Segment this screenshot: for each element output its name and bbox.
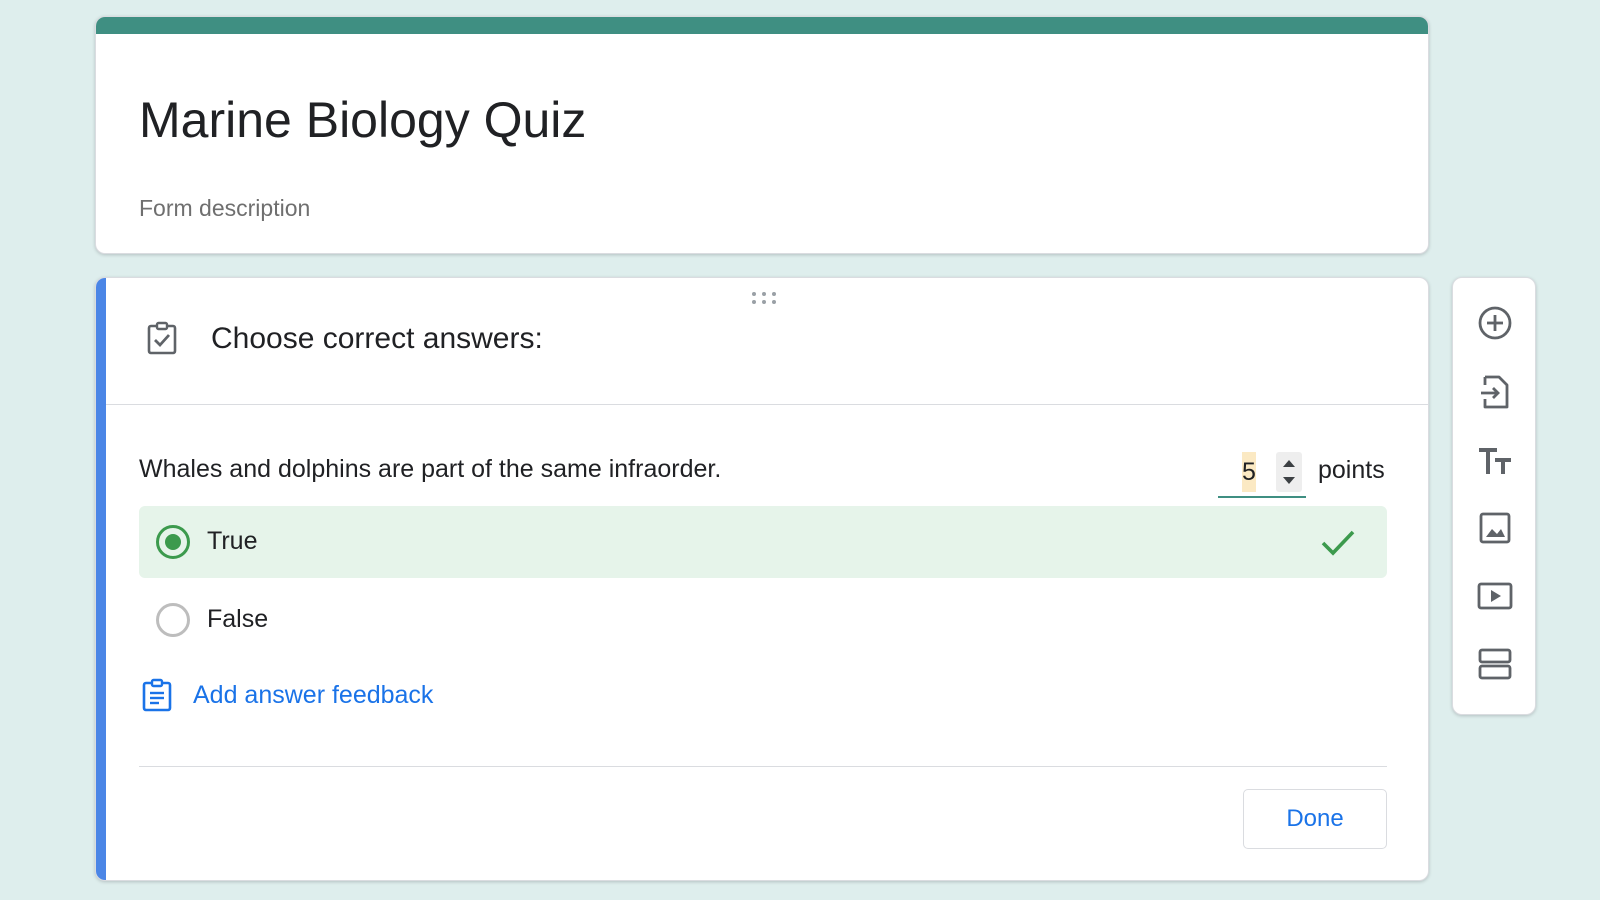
radio-unselected[interactable] [156, 603, 190, 637]
points-label: points [1318, 456, 1385, 484]
import-questions-icon [1481, 375, 1509, 409]
active-question-indicator [96, 278, 106, 880]
option-false[interactable]: False [139, 584, 1387, 656]
option-label: False [207, 605, 269, 633]
add-question-button[interactable] [1465, 293, 1525, 353]
question-card[interactable]: Choose correct answers: Whales and dolph… [95, 277, 1429, 881]
add-title-description-icon [1479, 448, 1511, 474]
feedback-clipboard-icon [142, 678, 172, 712]
import-questions-button[interactable] [1465, 362, 1525, 422]
option-true[interactable]: True [139, 506, 1387, 578]
question-text: Whales and dolphins are part of the same… [139, 455, 722, 483]
points-input[interactable]: 5 [1218, 450, 1306, 498]
add-image-icon [1479, 512, 1511, 544]
points-value[interactable]: 5 [1242, 452, 1256, 492]
add-section-icon [1478, 648, 1512, 680]
decrement-arrow-icon[interactable] [1283, 477, 1295, 484]
form-title[interactable]: Marine Biology Quiz [139, 91, 586, 149]
add-title-description-button[interactable] [1465, 431, 1525, 491]
add-video-button[interactable] [1465, 566, 1525, 626]
option-label: True [207, 527, 258, 555]
add-section-button[interactable] [1465, 634, 1525, 694]
answer-key-checklist-icon [147, 321, 177, 355]
form-title-card[interactable]: Marine Biology Quiz Form description [95, 16, 1429, 254]
feedback-link-label[interactable]: Add answer feedback [193, 681, 433, 710]
points-stepper[interactable] [1276, 452, 1302, 492]
floating-toolbar [1452, 277, 1536, 715]
answer-key-title: Choose correct answers: [211, 322, 543, 355]
increment-arrow-icon[interactable] [1283, 460, 1295, 467]
form-description[interactable]: Form description [139, 195, 310, 222]
add-question-icon [1478, 306, 1512, 340]
done-button[interactable]: Done [1243, 789, 1387, 849]
radio-selected[interactable] [156, 525, 190, 559]
add-video-icon [1477, 582, 1513, 610]
answer-key-header: Choose correct answers: [106, 278, 1428, 405]
theme-color-bar [96, 17, 1428, 34]
correct-checkmark-icon [1321, 530, 1355, 556]
card-divider [139, 766, 1387, 767]
add-image-button[interactable] [1465, 498, 1525, 558]
